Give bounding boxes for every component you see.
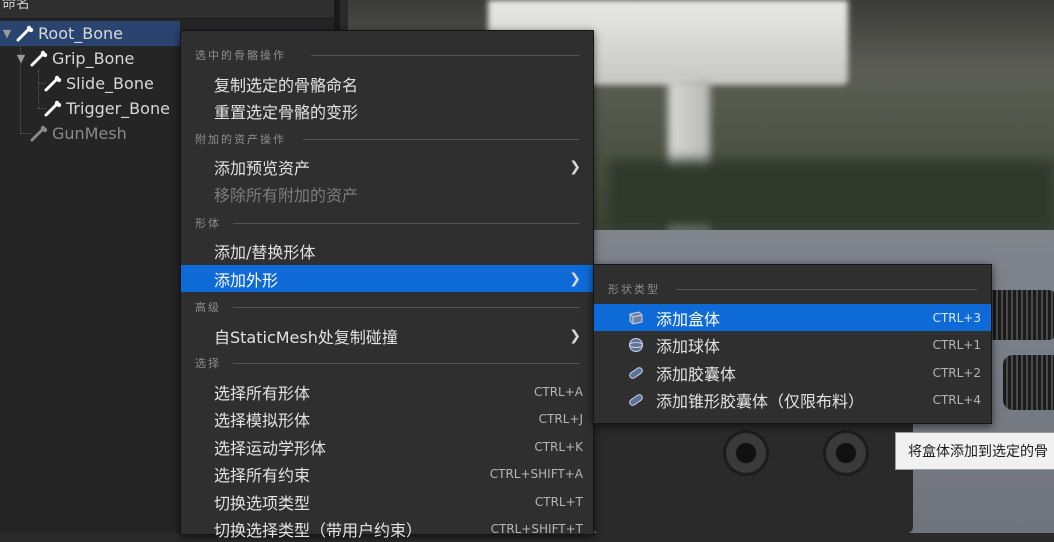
shortcut-label: CTRL+T [534,494,583,509]
section-title: 形状类型 [608,283,660,296]
shortcut-label: CTRL+4 [932,392,981,407]
section-divider [303,138,579,140]
submenu-item-add-capsule[interactable]: 添加胶囊体 CTRL+2 [594,359,991,386]
tree-node-slide-bone[interactable]: Slide_Bone [42,71,192,96]
mesh-bone-icon [30,125,48,141]
menu-item-remove-all-attached: 移除所有附加的资产 [181,180,593,207]
menu-item-select-all-bodies[interactable]: 选择所有形体 CTRL+A [181,378,593,405]
menu-item-add-replace-body[interactable]: 添加/替换形体 [181,237,593,264]
menu-item-reset-bone-transforms[interactable]: 重置选定骨骼的变形 [181,97,593,124]
section-header: 选中的骨骼操作 [181,45,593,65]
context-menu: 选中的骨骼操作 复制选定的骨骼命名 重置选定骨骼的变形 附加的资产操作 添加预览… [180,30,594,540]
menu-item-add-shape[interactable]: 添加外形 ❯ [181,265,593,292]
menu-item-add-preview-asset[interactable]: 添加预览资产 ❯ [181,153,593,180]
section-header: 形状类型 [594,279,991,299]
section-header: 选择 [181,353,593,373]
menu-item-copy-bone-names[interactable]: 复制选定的骨骼命名 [181,70,593,97]
gun-bolt [823,430,869,476]
shortcut-label: CTRL+J [538,411,583,426]
gun-mesh[interactable] [593,420,913,533]
submenu-item-add-sphere[interactable]: 添加球体 CTRL+1 [594,331,991,358]
gun-bolt [723,430,769,476]
menu-item-select-sim-bodies[interactable]: 选择模拟形体 CTRL+J [181,405,593,432]
tree-node-root-bone[interactable]: ▼ Root_Bone [0,21,180,46]
menu-item-label: 切换选择类型（带用户约束） [214,520,423,540]
tree-node-label: Grip_Bone [52,49,135,68]
tree-node-gunmesh[interactable]: GunMesh [28,121,178,146]
submenu-item-label: 添加锥形胶囊体（仅限布料） [656,391,865,411]
section-title: 选中的骨骼操作 [195,49,286,62]
chevron-right-icon: ❯ [569,270,581,287]
tree-node-grip-bone[interactable]: ▼ Grip_Bone [14,46,184,71]
menu-item-label: 移除所有附加的资产 [214,185,359,205]
menu-item-select-kinematic-bodies[interactable]: 选择运动学形体 CTRL+K [181,433,593,460]
shape-type-submenu: 形状类型 添加盒体 CTRL+3 添加球体 CTRL+1 添加胶囊体 CTRL+… [593,264,992,424]
chevron-right-icon: ❯ [569,158,581,175]
bone-icon [30,50,48,66]
menu-item-select-all-constraints[interactable]: 选择所有约束 CTRL+SHIFT+A [181,460,593,487]
menu-item-label: 重置选定骨骼的变形 [214,102,359,122]
section-title: 形体 [195,217,221,230]
section-divider [676,288,977,290]
section-title: 附加的资产操作 [195,133,286,146]
section-title: 高级 [195,301,221,314]
bone-icon [16,25,34,41]
shortcut-label: CTRL+2 [932,365,981,380]
section-header: 高级 [181,297,593,317]
tree-node-label: Slide_Bone [66,74,154,93]
shortcut-label: CTRL+K [534,439,583,454]
menu-item-label: 选择所有约束 [214,465,311,485]
submenu-item-add-box[interactable]: 添加盒体 CTRL+3 [594,304,991,331]
tapered-capsule-icon [629,393,643,406]
submenu-item-label: 添加胶囊体 [656,364,737,384]
tree-node-label: Trigger_Bone [66,99,170,118]
menu-item-label: 切换选项类型 [214,493,311,513]
submenu-item-label: 添加盒体 [656,309,721,329]
menu-item-toggle-select-type-user[interactable]: 切换选择类型（带用户约束） CTRL+SHIFT+T [181,515,593,542]
section-header: 附加的资产操作 [181,129,593,149]
chevron-right-icon: ❯ [569,327,581,344]
menu-item-label: 自StaticMesh处复制碰撞 [214,327,398,347]
tree-node-trigger-bone[interactable]: Trigger_Bone [42,96,192,121]
tree-node-label: Root_Bone [38,24,123,43]
shortcut-label: CTRL+SHIFT+A [489,466,583,481]
tree-guide [38,70,39,108]
menu-item-label: 添加/替换形体 [214,242,316,262]
menu-item-label: 添加外形 [214,270,279,290]
tree-header: 命名 [0,0,338,19]
tooltip: 将盒体添加到选定的骨 [895,432,1054,470]
shortcut-label: CTRL+A [534,384,583,399]
section-divider [233,362,579,364]
shortcut-label: CTRL+1 [932,337,981,352]
collapse-arrow-icon[interactable]: ▼ [0,27,14,40]
section-divider [233,222,579,224]
box-icon [629,310,643,325]
menu-item-label: 选择所有形体 [214,383,311,403]
tree-node-label: GunMesh [52,124,127,143]
sphere-icon [629,337,643,352]
tree-header-label: 命名 [2,0,30,12]
shortcut-label: CTRL+SHIFT+T [490,521,583,536]
menu-item-label: 选择模拟形体 [214,410,311,430]
shortcut-label: CTRL+3 [932,310,981,325]
collapse-arrow-icon[interactable]: ▼ [14,52,28,65]
submenu-item-add-tapered-capsule[interactable]: 添加锥形胶囊体（仅限布料） CTRL+4 [594,386,991,413]
menu-item-label: 选择运动学形体 [214,438,327,458]
menu-item-toggle-select-type[interactable]: 切换选项类型 CTRL+T [181,488,593,515]
gun-knob [1003,355,1054,410]
background-hedge [608,160,1054,230]
section-divider [233,306,579,308]
section-divider [311,54,579,56]
menu-item-copy-collision-from-staticmesh[interactable]: 自StaticMesh处复制碰撞 ❯ [181,322,593,349]
section-header: 形体 [181,213,593,233]
bone-icon [44,100,62,116]
submenu-item-label: 添加球体 [656,336,721,356]
tooltip-text: 将盒体添加到选定的骨 [908,444,1048,460]
capsule-icon [629,366,643,379]
menu-item-label: 添加预览资产 [214,158,311,178]
bone-icon [44,75,62,91]
section-title: 选择 [195,357,221,370]
menu-item-label: 复制选定的骨骼命名 [214,75,359,95]
